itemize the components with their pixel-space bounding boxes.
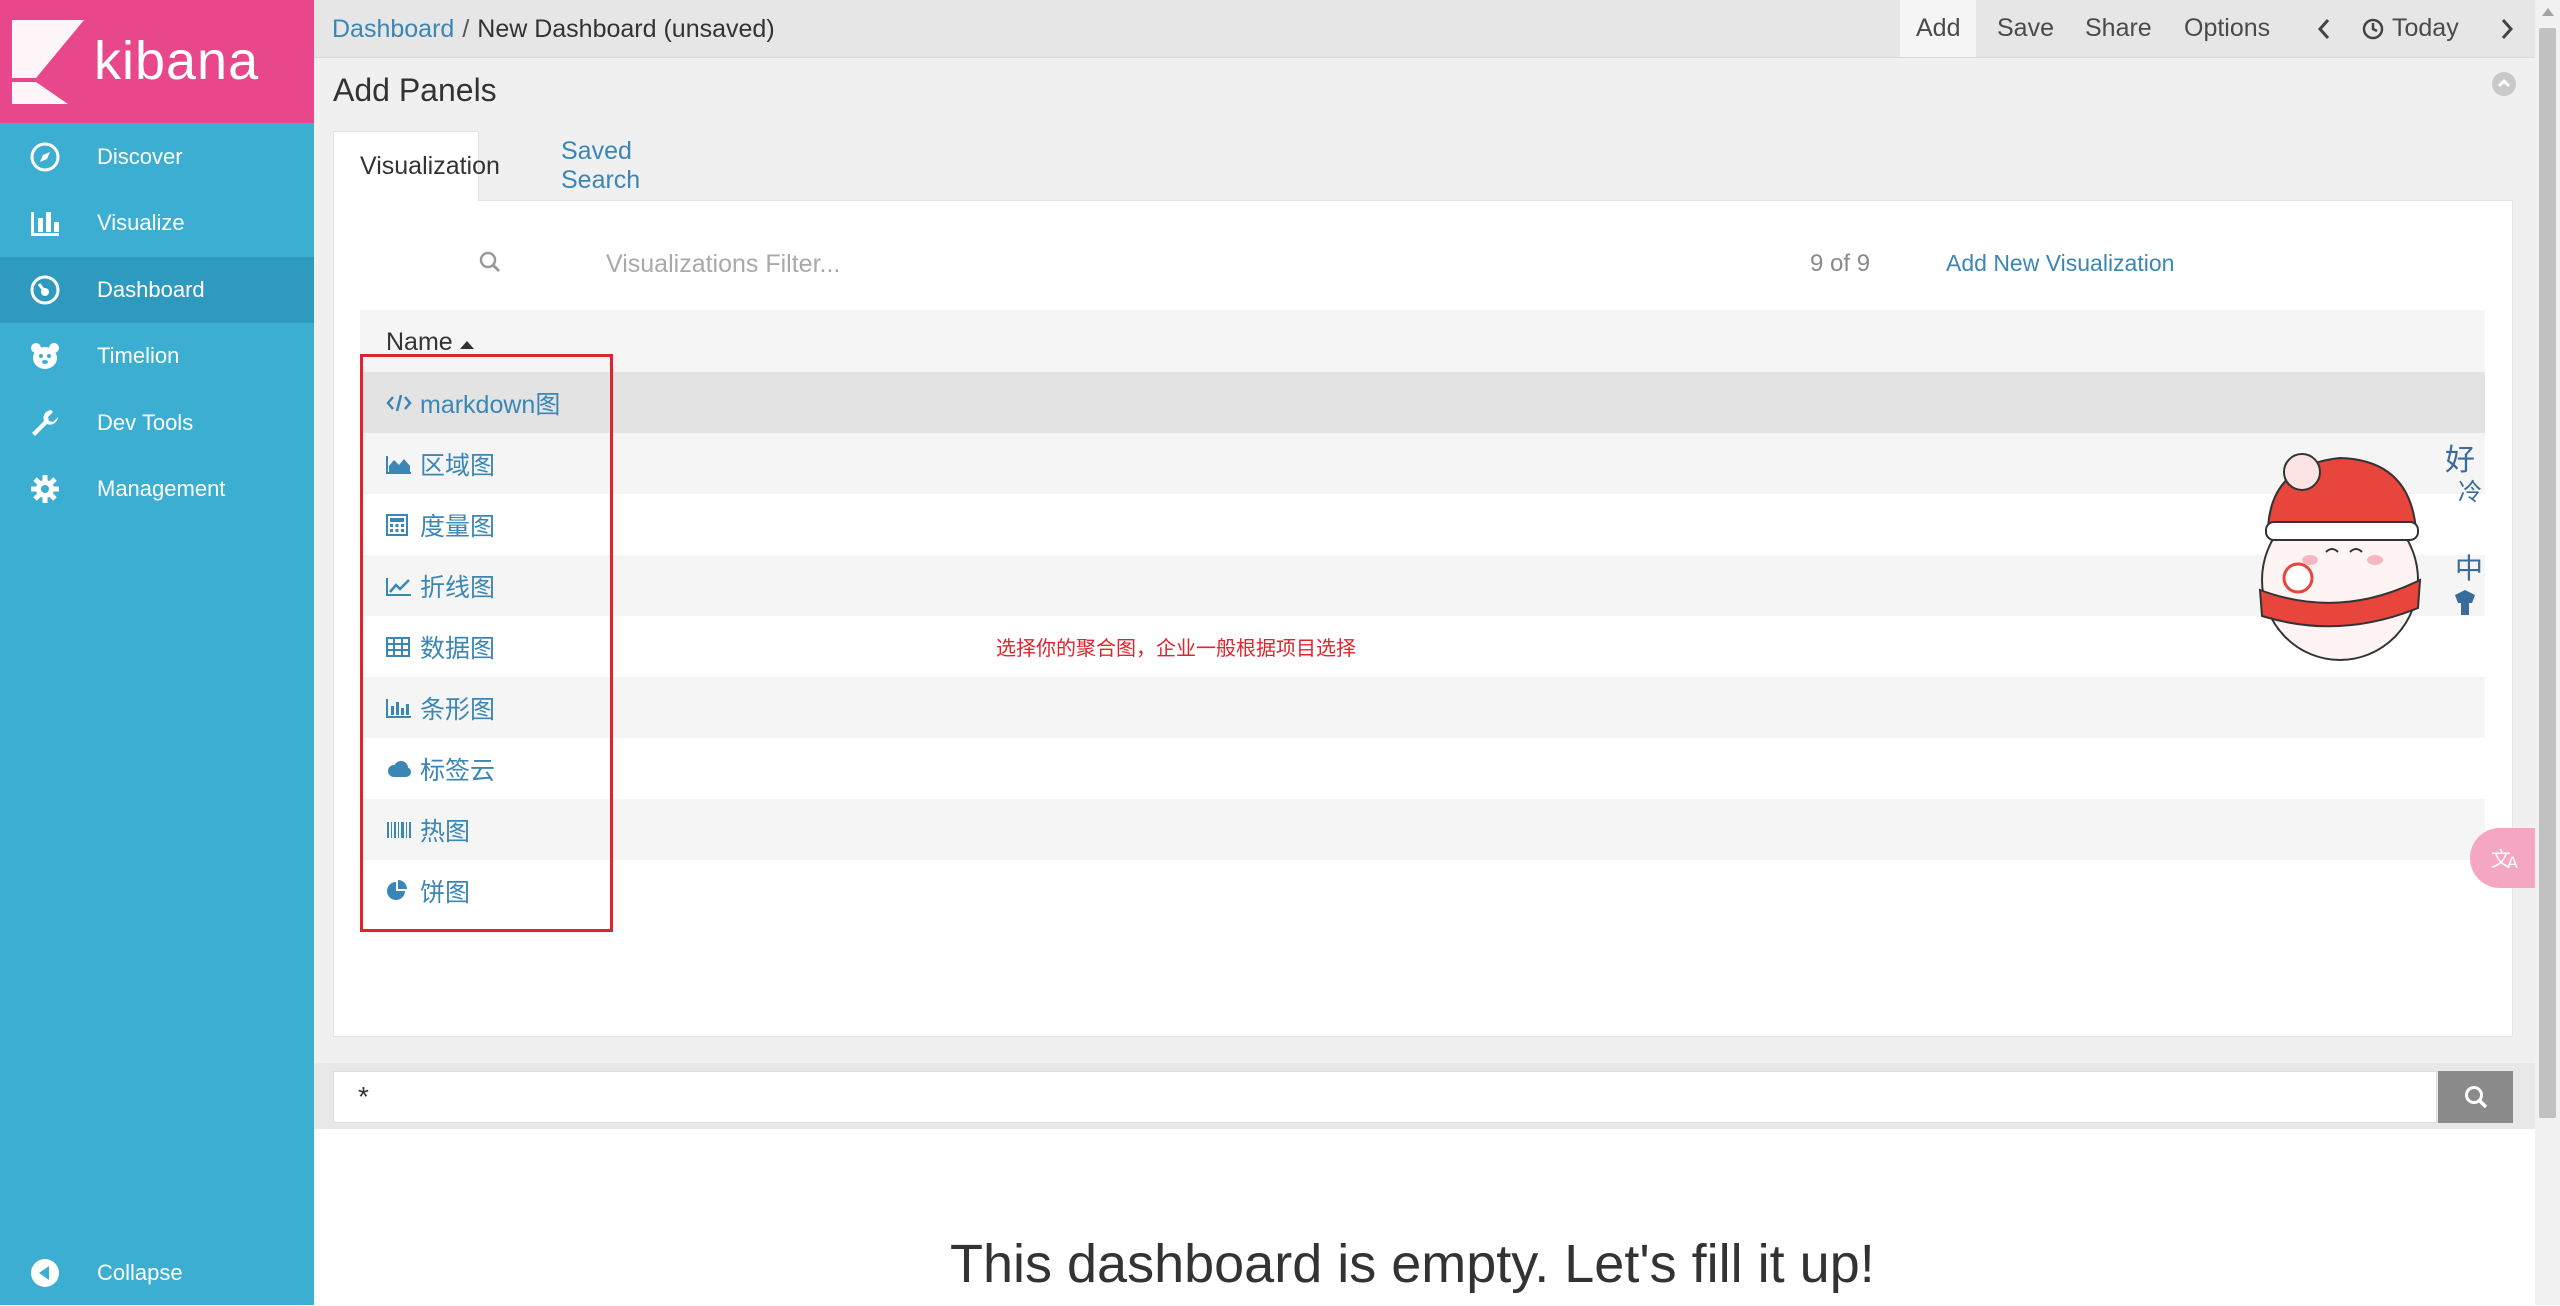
sidebar-item-dev-tools[interactable]: Dev Tools: [0, 390, 314, 456]
annotation-text: 选择你的聚合图，企业一般根据项目选择: [996, 638, 1356, 660]
query-input[interactable]: [333, 1071, 2437, 1123]
visualization-filter-input[interactable]: [604, 240, 1608, 288]
sidebar-item-label: Management: [97, 476, 226, 501]
table-row[interactable]: 热图: [360, 799, 2485, 860]
svg-text:A: A: [2507, 853, 2518, 872]
table-row[interactable]: 折线图: [360, 555, 2485, 616]
chevron-left-icon[interactable]: [2316, 0, 2332, 57]
visualization-count: 9 of 9: [1810, 250, 1871, 277]
collapse-label: Collapse: [97, 1260, 183, 1285]
sidebar-item-timelion[interactable]: Timelion: [0, 323, 314, 389]
chevron-right-icon[interactable]: [2499, 0, 2515, 57]
sidebar-item-visualize[interactable]: Visualize: [0, 190, 314, 256]
table-row[interactable]: 标签云: [360, 738, 2485, 799]
annotation-highlight-box: [360, 354, 613, 932]
sidebar-item-label: Dev Tools: [97, 410, 194, 435]
gear-icon: [28, 472, 62, 506]
table-row[interactable]: 度量图: [360, 494, 2485, 555]
active-tab-connector: [334, 198, 478, 202]
search-icon: [478, 250, 502, 279]
query-search-button[interactable]: [2438, 1071, 2513, 1123]
tab-visualization[interactable]: Visualization: [333, 131, 500, 201]
add-button[interactable]: Add: [1900, 0, 1977, 57]
breadcrumb-current: New Dashboard (unsaved): [477, 15, 775, 43]
table-row[interactable]: 数据图: [360, 616, 2485, 677]
sidebar-item-dashboard[interactable]: Dashboard: [0, 257, 314, 323]
options-button[interactable]: Options: [2184, 0, 2270, 57]
table-header: Name: [360, 310, 2485, 372]
kibana-logo-icon: [12, 20, 84, 104]
sidebar-item-management[interactable]: Management: [0, 456, 314, 522]
sticker-text-top: 好: [2445, 444, 2475, 477]
name-column-label: Name: [386, 328, 453, 356]
scroll-up-icon[interactable]: [2542, 8, 2554, 16]
name-column-header[interactable]: Name: [386, 328, 474, 357]
add-panels-title: Add Panels: [333, 72, 497, 108]
sidebar-item-label: Discover: [97, 144, 183, 169]
dashboard-gauge-icon: [28, 273, 62, 307]
wrench-icon: [28, 406, 62, 440]
scrollbar-thumb[interactable]: [2539, 28, 2556, 1118]
add-new-visualization-link[interactable]: Add New Visualization: [1946, 250, 2174, 277]
top-nav-bar: Dashboard / New Dashboard (unsaved) Add Sa…: [314, 0, 2535, 58]
sidebar: kibana Discover Visualize Dashboard Time…: [0, 0, 314, 1305]
time-picker-label: Today: [2392, 14, 2459, 42]
table-row[interactable]: 饼图: [360, 860, 2485, 921]
sidebar-item-label: Visualize: [97, 210, 185, 235]
collapse-arrow-icon: [28, 1256, 62, 1290]
search-icon: [2464, 1086, 2487, 1109]
share-button[interactable]: Share: [2085, 0, 2152, 57]
sidebar-item-label: Timelion: [97, 343, 180, 368]
timelion-bear-icon: [28, 339, 62, 373]
table-row[interactable]: markdown图: [360, 372, 2485, 433]
visualization-filter-row: 9 of 9 Add New Visualization: [360, 230, 2485, 296]
brand-name: kibana: [94, 31, 260, 91]
sidebar-collapse[interactable]: Collapse: [0, 1240, 314, 1306]
empty-dashboard-message: This dashboard is empty. Let's fill it u…: [950, 1234, 1875, 1294]
sticker-text-mid: 冷: [2458, 479, 2482, 506]
table-row[interactable]: 区域图: [360, 433, 2485, 494]
compass-icon: [28, 140, 62, 174]
translate-icon[interactable]: 文A: [2470, 828, 2542, 888]
sidebar-item-discover[interactable]: Discover: [0, 124, 314, 190]
table-row[interactable]: 条形图: [360, 677, 2485, 738]
visualization-table: Name markdown图 区域图 度量图 折线图 数据图 条形图 标签云 热…: [360, 310, 2485, 921]
clock-icon: [2362, 18, 2384, 39]
bar-chart-icon: [28, 206, 62, 240]
breadcrumb-dashboard-link[interactable]: Dashboard: [332, 15, 454, 43]
page-scrollbar[interactable]: [2535, 0, 2560, 1305]
breadcrumb: Dashboard / New Dashboard (unsaved): [332, 15, 775, 44]
cartoon-sticker: 好 冷 中: [2240, 430, 2490, 675]
kibana-logo[interactable]: kibana: [0, 0, 314, 123]
sidebar-item-label: Dashboard: [97, 277, 205, 302]
breadcrumb-separator: /: [462, 15, 470, 43]
save-button[interactable]: Save: [1997, 0, 2054, 57]
time-picker[interactable]: Today: [2362, 0, 2459, 57]
sticker-text-bottom: 中: [2455, 553, 2483, 584]
sort-asc-icon: [459, 341, 474, 349]
tab-saved-search[interactable]: Saved Search: [561, 131, 640, 201]
collapse-panel-icon[interactable]: [2492, 72, 2516, 96]
